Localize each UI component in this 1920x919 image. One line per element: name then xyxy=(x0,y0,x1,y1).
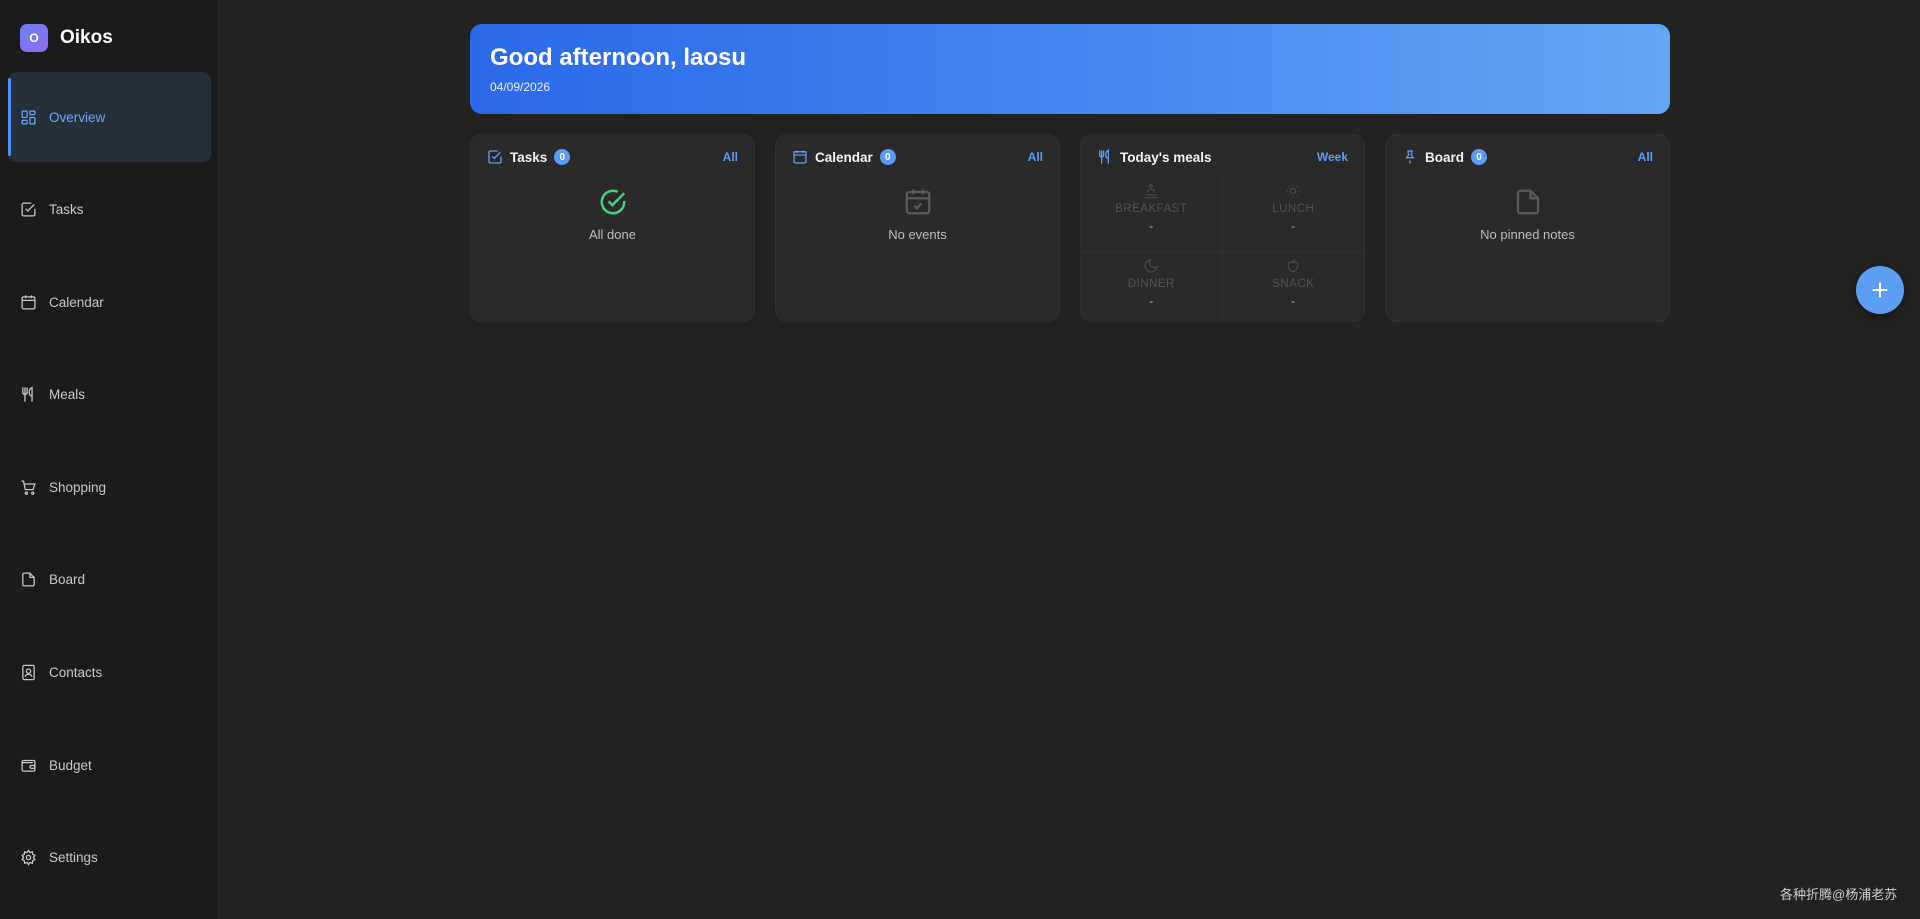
meals-grid: BREAKFAST - LUNCH - DINNER - SNACK - xyxy=(1081,177,1364,321)
meal-value: - xyxy=(1149,294,1154,308)
sunrise-icon xyxy=(1144,183,1158,199)
calendar-check-icon xyxy=(905,189,930,215)
brand-logo: O xyxy=(20,24,48,52)
wallet-icon xyxy=(21,759,36,772)
meals-icon xyxy=(1099,149,1109,164)
calendar-all-link[interactable]: All xyxy=(1028,150,1043,164)
board-card: Board 0 All No pinned notes xyxy=(1385,134,1670,322)
note-icon xyxy=(22,572,35,587)
tasks-count-badge: 0 xyxy=(554,149,571,165)
sidebar-item-settings[interactable]: Settings xyxy=(8,813,211,903)
sun-icon xyxy=(1286,184,1300,198)
board-card-header: Board 0 All xyxy=(1386,135,1669,179)
sidebar-item-label: Overview xyxy=(49,109,106,125)
meal-value: - xyxy=(1291,294,1296,308)
sidebar-item-overview[interactable]: Overview xyxy=(8,72,211,162)
calendar-card-header: Calendar 0 All xyxy=(776,135,1059,179)
meal-value: - xyxy=(1149,219,1154,233)
note-icon xyxy=(1516,189,1539,215)
calendar-icon xyxy=(793,150,807,164)
meal-slot-breakfast[interactable]: BREAKFAST - xyxy=(1081,177,1223,251)
sidebar-item-label: Tasks xyxy=(49,202,84,218)
meal-slot-snack[interactable]: SNACK - xyxy=(1222,251,1364,321)
sidebar-item-label: Budget xyxy=(49,757,92,773)
gear-icon xyxy=(21,849,36,866)
tasks-card-title: Tasks xyxy=(510,149,548,165)
tasks-icon xyxy=(488,150,502,164)
tasks-all-link[interactable]: All xyxy=(723,150,738,164)
calendar-icon xyxy=(21,295,36,310)
meals-week-link[interactable]: Week xyxy=(1317,150,1348,164)
overview-icon xyxy=(21,109,36,125)
sidebar-item-label: Settings xyxy=(49,850,98,866)
sidebar-item-label: Calendar xyxy=(49,294,104,310)
calendar-count-badge: 0 xyxy=(879,149,896,165)
moon-icon xyxy=(1144,259,1158,273)
watermark: 各种折腾@杨浦老苏 xyxy=(1780,887,1898,902)
tasks-empty-text: All done xyxy=(589,227,636,242)
sidebar-item-shopping[interactable]: Shopping xyxy=(8,442,211,532)
meal-name: LUNCH xyxy=(1272,203,1315,215)
sidebar-item-tasks[interactable]: Tasks xyxy=(8,165,211,255)
sidebar-item-budget[interactable]: Budget xyxy=(8,720,211,810)
tasks-icon xyxy=(21,202,36,217)
sidebar-item-label: Contacts xyxy=(49,665,103,681)
cart-icon xyxy=(21,480,36,495)
meals-icon xyxy=(22,386,33,402)
sidebar-item-calendar[interactable]: Calendar xyxy=(8,257,211,347)
greeting-title: Good afternoon, laosu xyxy=(490,44,746,71)
meals-card-header: Today's meals Week xyxy=(1081,135,1364,179)
sidebar-item-meals[interactable]: Meals xyxy=(8,350,211,440)
plus-icon xyxy=(1872,282,1888,298)
meal-name: DINNER xyxy=(1127,278,1175,290)
calendar-card: Calendar 0 All No events xyxy=(775,134,1060,322)
brand-name: Oikos xyxy=(60,27,113,48)
contacts-icon xyxy=(22,664,35,681)
meal-slot-dinner[interactable]: DINNER - xyxy=(1081,251,1223,321)
meals-card: Today's meals Week BREAKFAST - LUNCH - D… xyxy=(1080,134,1365,322)
pin-icon xyxy=(1405,150,1415,164)
add-button[interactable] xyxy=(1856,266,1904,314)
sidebar-item-label: Shopping xyxy=(49,479,107,495)
meal-value: - xyxy=(1291,219,1296,233)
board-all-link[interactable]: All xyxy=(1638,150,1653,164)
board-empty-text: No pinned notes xyxy=(1480,227,1575,242)
greeting-banner: Good afternoon, laosu 04/09/2026 xyxy=(470,24,1670,114)
apple-icon xyxy=(1287,258,1299,272)
sidebar-item-contacts[interactable]: Contacts xyxy=(8,628,211,718)
board-card-title: Board xyxy=(1425,149,1465,165)
meal-name: BREAKFAST xyxy=(1115,203,1188,215)
calendar-empty-state: No events xyxy=(776,179,1059,242)
board-empty-state: No pinned notes xyxy=(1386,179,1669,242)
sidebar-item-label: Board xyxy=(49,572,86,588)
calendar-empty-text: No events xyxy=(888,227,947,242)
meal-name: SNACK xyxy=(1272,278,1315,290)
meal-slot-lunch[interactable]: LUNCH - xyxy=(1223,177,1365,251)
board-count-badge: 0 xyxy=(1471,149,1488,165)
tasks-card-header: Tasks 0 All xyxy=(471,135,754,179)
sidebar-item-label: Meals xyxy=(49,387,86,403)
sidebar-item-board[interactable]: Board xyxy=(8,535,211,625)
tasks-empty-state: All done xyxy=(471,179,754,242)
sidebar: O Oikos Overview Tasks Calendar Meals Sh… xyxy=(0,0,219,919)
sidebar-nav: Overview Tasks Calendar Meals Shopping B… xyxy=(8,72,211,905)
brand[interactable]: O Oikos xyxy=(20,24,113,52)
calendar-card-title: Calendar xyxy=(815,149,873,165)
check-circle-icon xyxy=(600,189,625,215)
tasks-card: Tasks 0 All All done xyxy=(470,134,755,322)
greeting-date: 04/09/2026 xyxy=(490,80,551,94)
meals-card-title: Today's meals xyxy=(1120,149,1212,165)
